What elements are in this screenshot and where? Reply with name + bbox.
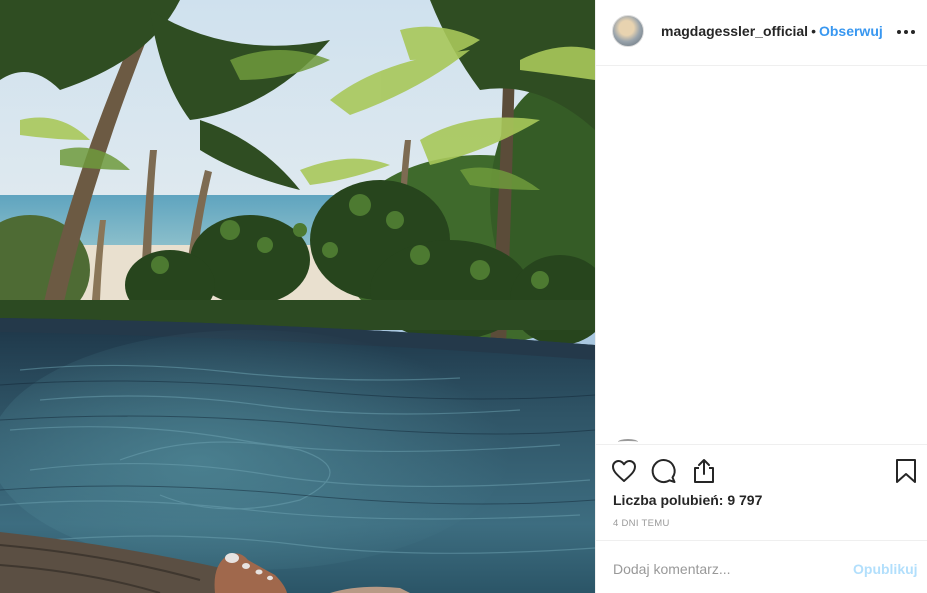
post-side-panel: magdagessler_official • Obserwuj Liczba po…: [595, 0, 927, 593]
user-line: magdagessler_official • Obserwuj: [661, 23, 883, 39]
bookmark-icon[interactable]: [892, 457, 920, 485]
pool-palms-image: [0, 0, 595, 593]
post-actions: Liczba polubień: 9 797 4 DNI TEMU: [596, 444, 927, 540]
avatar[interactable]: [612, 15, 644, 47]
comments-list[interactable]: [596, 66, 927, 444]
username-link[interactable]: magdagessler_official: [661, 23, 808, 39]
share-upload-icon[interactable]: [690, 457, 718, 485]
comment-input[interactable]: [613, 559, 833, 579]
post-timestamp[interactable]: 4 DNI TEMU: [613, 518, 670, 529]
follow-button[interactable]: Obserwuj: [819, 23, 883, 39]
comment-bubble-icon[interactable]: [650, 457, 678, 485]
publish-button[interactable]: Opublikuj: [853, 561, 918, 577]
separator-dot: •: [811, 23, 816, 39]
heart-icon[interactable]: [610, 457, 638, 485]
more-options-icon[interactable]: [894, 22, 918, 42]
post-header: magdagessler_official • Obserwuj: [596, 0, 927, 66]
likes-count[interactable]: Liczba polubień: 9 797: [613, 492, 762, 508]
post-photo[interactable]: [0, 0, 595, 593]
add-comment-box: Opublikuj: [596, 540, 927, 593]
